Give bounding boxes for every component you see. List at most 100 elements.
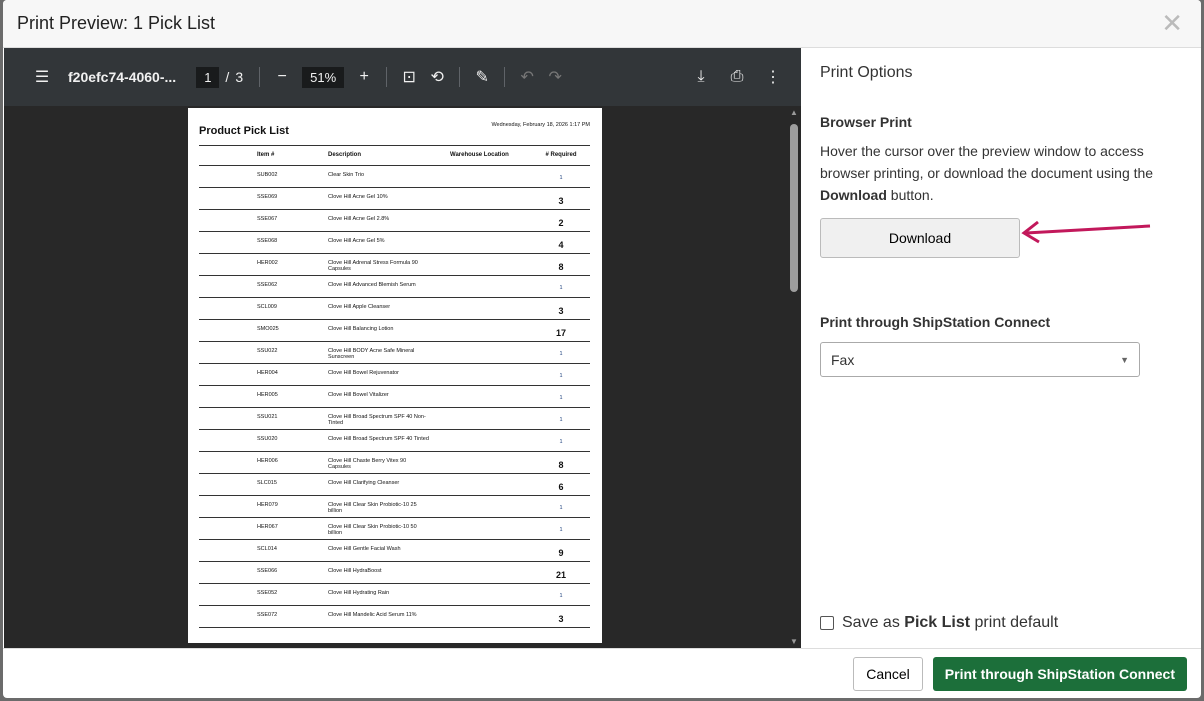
zoom-out-icon[interactable]: − — [268, 63, 296, 91]
close-icon[interactable]: ✕ — [1161, 8, 1183, 39]
item-description: Clove Hill BODY Acne Safe Mineral Sunscr… — [328, 348, 415, 360]
pdf-toolbar: ☰ f20efc74-4060-... 1 / 3 − 51% + ⊡ ⟲ ✎ … — [4, 48, 801, 106]
item-location — [450, 480, 532, 495]
item-location — [450, 238, 532, 253]
item-required: 6 — [558, 482, 564, 492]
table-row: HER002 Clove Hill Adrenal Stress Formula … — [199, 254, 590, 276]
item-number: HER006 — [257, 458, 278, 464]
browser-print-heading: Browser Print — [820, 114, 912, 130]
item-description: Clove Hill Acne Gel 10% — [328, 194, 388, 200]
item-description: Clove Hill Acne Gel 5% — [328, 238, 385, 244]
item-required: 1 — [559, 439, 563, 445]
item-description: Clove Hill HydraBoost — [328, 568, 382, 574]
col-required: # Required — [545, 152, 577, 158]
dialog-header: Print Preview: 1 Pick List ✕ — [3, 0, 1201, 48]
menu-icon[interactable]: ☰ — [28, 63, 56, 91]
item-number: HER004 — [257, 370, 278, 376]
download-icon[interactable]: ⤓ — [687, 63, 715, 91]
item-required: 1 — [559, 527, 563, 533]
item-required: 8 — [558, 262, 564, 272]
fit-page-icon[interactable]: ⊡ — [395, 63, 423, 91]
item-location — [450, 348, 532, 363]
printer-select[interactable]: Fax ▼ — [820, 342, 1140, 377]
dialog-title: Print Preview: 1 Pick List — [17, 13, 216, 33]
zoom-in-icon[interactable]: + — [350, 63, 378, 91]
download-button[interactable]: Download — [820, 218, 1020, 258]
item-number: SSU022 — [257, 348, 278, 354]
rotate-icon[interactable]: ⟲ — [423, 63, 451, 91]
more-options-icon[interactable]: ⋮ — [759, 63, 787, 91]
cancel-button[interactable]: Cancel — [853, 656, 923, 691]
table-row: HER005 Clove Hill Bowel Vitalizer 1 — [199, 386, 590, 408]
table-row: SSE052 Clove Hill Hydrating Rain 1 — [199, 584, 590, 606]
item-number: HER002 — [257, 260, 278, 266]
item-description: Clove Hill Chaste Berry Vitex 90 Capsule… — [328, 458, 407, 470]
annotate-icon[interactable]: ✎ — [468, 63, 496, 91]
item-required: 1 — [559, 373, 563, 379]
item-required: 1 — [559, 175, 563, 181]
item-number: SSE068 — [257, 238, 278, 244]
item-location — [450, 414, 532, 429]
item-description: Clove Hill Bowel Vitalizer — [328, 392, 389, 398]
undo-icon[interactable]: ↶ — [513, 63, 541, 91]
item-required: 21 — [555, 570, 566, 580]
item-required: 17 — [555, 328, 566, 338]
table-row: SLC015 Clove Hill Clarifying Cleanser 6 — [199, 474, 590, 496]
item-description: Clove Hill Acne Gel 2.8% — [328, 216, 390, 222]
table-row: HER079 Clove Hill Clear Skin Probiotic-10… — [199, 496, 590, 518]
item-number: SLC015 — [257, 480, 277, 486]
printer-value: Fax — [831, 351, 855, 368]
col-item: Item # — [257, 152, 275, 158]
table-row: SSE066 Clove Hill HydraBoost 21 — [199, 562, 590, 584]
item-description: Clove Hill Clear Skin Probiotic-10 25 bi… — [328, 502, 417, 514]
browser-print-text: Hover the cursor over the preview window… — [820, 143, 1154, 203]
table-row: SSE067 Clove Hill Acne Gel 2.8% 2 — [199, 210, 590, 232]
item-number: HER005 — [257, 392, 278, 398]
checkbox-icon[interactable] — [820, 616, 834, 630]
item-description: Clove Hill Clarifying Cleanser — [328, 480, 400, 486]
scrollbar[interactable]: ▲ ▼ — [787, 106, 801, 648]
item-required: 2 — [558, 218, 564, 228]
table-row: SCL014 Clove Hill Gentle Facial Wash 9 — [199, 540, 590, 562]
item-number: SSE067 — [257, 216, 278, 222]
table-row: SMO025 Clove Hill Balancing Lotion 17 — [199, 320, 590, 342]
item-number: SCL014 — [257, 546, 277, 552]
item-required: 1 — [559, 593, 563, 599]
item-number: SCL009 — [257, 304, 277, 310]
save-default-checkbox[interactable]: Save as Pick List print default — [820, 614, 1058, 632]
item-location — [450, 568, 532, 583]
item-required: 3 — [558, 196, 564, 206]
item-location — [450, 172, 532, 187]
pdf-viewer[interactable]: ☰ f20efc74-4060-... 1 / 3 − 51% + ⊡ ⟲ ✎ … — [4, 48, 801, 648]
col-description: Description — [328, 152, 362, 158]
pick-list-table: Item # Description Warehouse Location # … — [199, 145, 590, 628]
item-number: SSU020 — [257, 436, 278, 442]
table-row: SSU022 Clove Hill BODY Acne Safe Mineral … — [199, 342, 590, 364]
scroll-down-icon[interactable]: ▼ — [790, 637, 798, 646]
item-description: Clove Hill Hydrating Rain — [328, 590, 390, 596]
item-required: 4 — [558, 240, 564, 250]
item-description: Clove Hill Broad Spectrum SPF 40 Non-Tin… — [328, 414, 426, 426]
item-location — [450, 524, 532, 539]
page-number-input[interactable]: 1 — [196, 66, 220, 88]
item-location — [450, 216, 532, 231]
item-description: Clove Hill Advanced Blemish Serum — [328, 282, 416, 288]
zoom-input[interactable]: 51% — [302, 66, 345, 88]
scrollbar-thumb[interactable] — [790, 124, 798, 292]
item-location — [450, 392, 532, 407]
print-options-heading: Print Options — [820, 64, 913, 81]
item-description: Clear Skin Trio — [328, 172, 365, 178]
redo-icon[interactable]: ↷ — [541, 63, 569, 91]
item-required: 3 — [558, 614, 564, 624]
item-location — [450, 194, 532, 209]
item-number: SMO025 — [257, 326, 279, 332]
table-row: SUB002 Clear Skin Trio 1 — [199, 166, 590, 188]
item-location — [450, 304, 532, 319]
item-location — [450, 260, 532, 275]
dialog-footer: Cancel Print through ShipStation Connect — [3, 648, 1201, 698]
print-icon[interactable]: ⎙ — [723, 63, 751, 91]
pdf-filename: f20efc74-4060-... — [68, 69, 177, 85]
scroll-up-icon[interactable]: ▲ — [790, 108, 798, 117]
item-description: Clove Hill Gentle Facial Wash — [328, 546, 401, 552]
print-connect-button[interactable]: Print through ShipStation Connect — [932, 656, 1187, 691]
